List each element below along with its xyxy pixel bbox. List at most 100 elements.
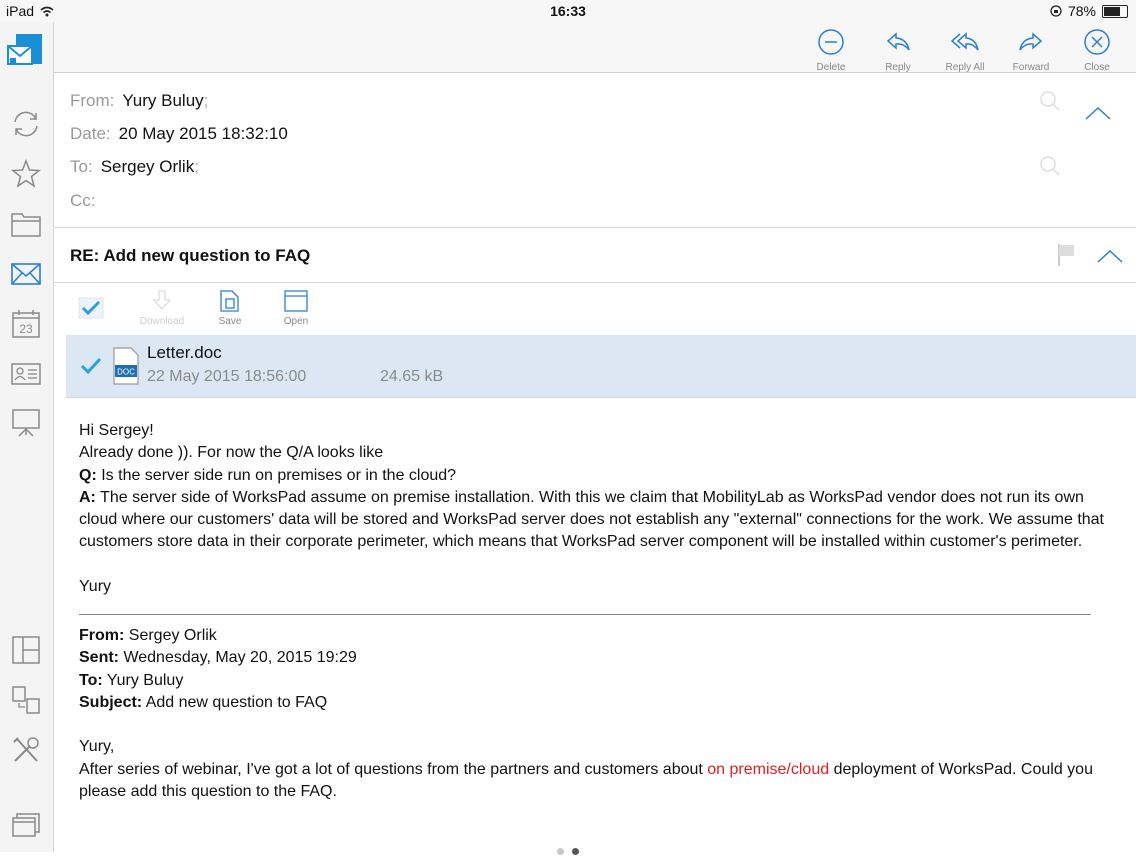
battery-icon [1102, 4, 1128, 18]
download-icon [152, 290, 172, 310]
rotation-lock-icon [1050, 5, 1062, 17]
body-greeting: Hi Sergey! [79, 422, 154, 439]
close-icon [1084, 29, 1110, 55]
body-answer: A: The server side of WorksPad assume on… [79, 487, 1119, 554]
contacts-icon[interactable] [10, 358, 42, 390]
a-text: The server side of WorksPad assume on pr… [79, 488, 1104, 551]
quoted-sent-label: Sent: [79, 649, 119, 667]
quoted-salutation: Yury, [79, 738, 115, 756]
save-button[interactable]: Save [204, 289, 256, 327]
status-right: 78% [1050, 3, 1128, 19]
body-line1: Already done )). For now the Q/A looks l… [79, 444, 384, 462]
search-icon[interactable] [1038, 89, 1062, 113]
attachment-checkbox[interactable] [78, 355, 104, 377]
message-header: From: Yury Buluy; Date: 20 May 2015 18:32:… [54, 73, 1136, 228]
q-label: Q: [79, 466, 97, 484]
delete-icon [818, 29, 844, 55]
chevron-up-icon[interactable] [1096, 248, 1124, 264]
from-value[interactable]: Yury Buluy [122, 91, 203, 110]
layout-icon[interactable] [10, 634, 42, 666]
attachment-toolbar: Download Save Open [54, 283, 1136, 335]
attachment-name: Letter.doc [147, 343, 222, 362]
from-label: From: [70, 91, 115, 110]
quoted-from-value: Sergey Orlik [124, 627, 217, 645]
devices-icon[interactable] [10, 684, 42, 716]
subject-bar: RE: Add new question to FAQ [54, 228, 1136, 283]
date-row: Date: 20 May 2015 18:32:10 [70, 124, 288, 144]
quoted-from: From: Sergey Orlik [79, 625, 1119, 647]
from-separator: ; [203, 91, 209, 110]
message-toolbar: Delete Reply Reply All Forward Close [54, 22, 1136, 73]
attachment-row[interactable]: DOC Letter.doc 22 May 2015 18:56:00 24.6… [66, 335, 1136, 398]
date-label: Date: [70, 124, 111, 143]
forward-button[interactable]: Forward [998, 28, 1064, 73]
quoted-to-label: To: [79, 671, 103, 689]
quoted-text-before: After series of webinar, I've got a lot … [79, 760, 708, 778]
cc-row: Cc: [70, 191, 104, 211]
sidebar: 23 [0, 22, 54, 852]
to-row: To: Sergey Orlik; [70, 157, 199, 177]
status-time: 16:33 [550, 3, 586, 19]
tools-icon[interactable] [10, 734, 42, 766]
quoted-sent-value: Wednesday, May 20, 2015 19:29 [119, 649, 357, 667]
chevron-up-icon[interactable] [1084, 105, 1112, 121]
star-icon[interactable] [10, 158, 42, 190]
status-bar: iPad 16:33 78% [0, 0, 1136, 22]
open-button[interactable]: Open [270, 289, 322, 327]
quoted-to-value: Yury Buluy [102, 671, 184, 689]
forward-icon [1019, 32, 1043, 51]
quoted-sent: Sent: Wednesday, May 20, 2015 19:29 [79, 647, 1119, 669]
quote-divider [79, 614, 1091, 616]
quoted-to: To: Yury Buluy [79, 670, 1119, 692]
quoted-subject-label: Subject: [79, 693, 143, 711]
delete-button[interactable]: Delete [798, 28, 864, 73]
body-question: Q: Is the server side run on premises or… [79, 465, 1119, 487]
quoted-from-label: From: [79, 627, 125, 645]
delete-label: Delete [816, 62, 846, 73]
quoted-subject: Subject: Add new question to FAQ [79, 692, 1119, 714]
reply-icon [886, 32, 910, 51]
reply-label: Reply [885, 62, 911, 73]
to-label: To: [70, 157, 93, 176]
a-label: A: [79, 488, 96, 506]
attachment-size: 24.65 kB [380, 368, 444, 385]
to-value[interactable]: Sergey Orlik [101, 157, 195, 176]
reply-all-icon [950, 32, 979, 51]
from-row: From: Yury Buluy; [70, 91, 208, 111]
doc-file-type: DOC [117, 368, 135, 377]
mail-app-icon[interactable] [6, 32, 46, 70]
page-indicator[interactable] [0, 842, 1136, 855]
message-body: Hi Sergey! Already done )). For now the … [79, 420, 1119, 803]
close-button[interactable]: Close [1064, 28, 1130, 73]
save-icon [220, 290, 239, 312]
quoted-highlight: on premise/cloud [707, 760, 830, 778]
close-label: Close [1084, 62, 1110, 73]
search-icon[interactable] [1038, 154, 1062, 178]
folder-icon[interactable] [10, 208, 42, 240]
flag-icon[interactable] [1056, 242, 1076, 268]
attachment-date: 22 May 2015 18:56:00 [147, 368, 307, 385]
reply-button[interactable]: Reply [865, 28, 931, 73]
q-text: Is the server side run on premises or in… [96, 466, 457, 484]
open-label: Open [283, 316, 309, 327]
message-subject: RE: Add new question to FAQ [70, 246, 311, 265]
select-all-checkbox[interactable] [78, 297, 104, 319]
body-signoff: Yury [79, 577, 112, 595]
date-value: 20 May 2015 18:32:10 [118, 124, 288, 143]
quoted-text: After series of webinar, I've got a lot … [79, 759, 1119, 804]
sync-icon[interactable] [10, 108, 42, 140]
calendar-icon[interactable]: 23 [10, 308, 42, 340]
reply-all-button[interactable]: Reply All [932, 28, 998, 73]
quoted-subject-value: Add new question to FAQ [142, 693, 328, 711]
download-button[interactable]: Download [136, 289, 188, 327]
forward-label: Forward [1012, 62, 1050, 73]
battery-fill [1104, 6, 1120, 16]
mail-icon[interactable] [10, 258, 42, 290]
windows-icon[interactable] [10, 808, 42, 840]
to-separator: ; [194, 157, 199, 176]
cc-label: Cc: [70, 191, 96, 210]
presentation-icon[interactable] [10, 406, 42, 438]
calendar-day: 23 [19, 322, 33, 336]
open-icon [284, 290, 308, 312]
save-label: Save [218, 316, 242, 327]
